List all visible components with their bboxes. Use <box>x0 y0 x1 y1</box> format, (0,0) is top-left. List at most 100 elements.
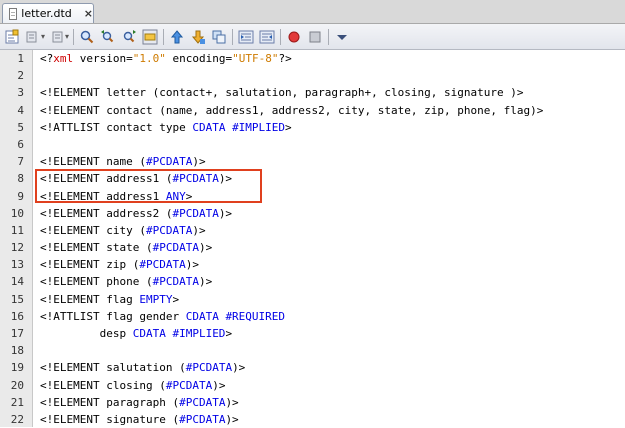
code-line[interactable]: 11 <!ELEMENT city (#PCDATA)> <box>0 222 625 239</box>
syntax-kw: #PCDATA <box>139 258 186 272</box>
code-text: <!ELEMENT address2 (#PCDATA)> <box>40 205 232 222</box>
shift-left-icon[interactable] <box>237 28 255 46</box>
line-number: 12 <box>10 241 24 255</box>
code-token: <!ATTLIST flag gender <box>40 309 186 323</box>
line-number: 18 <box>10 344 24 358</box>
source-history-icon[interactable] <box>3 28 21 46</box>
line-number: 8 <box>17 172 24 186</box>
code-text: <!ATTLIST flag gender CDATA #REQUIRED <box>40 308 285 325</box>
code-token: )> <box>225 395 239 409</box>
toolbar-separator <box>328 28 330 45</box>
line-number: 7 <box>17 155 24 169</box>
code-token: <!ELEMENT address1 ( <box>40 172 173 186</box>
code-token: )> <box>192 223 206 237</box>
line-number: 6 <box>17 137 24 151</box>
tab-label: letter.dtd <box>21 7 72 20</box>
previous-bookmark-icon[interactable] <box>168 28 186 46</box>
code-line[interactable]: 13 <!ELEMENT zip (#PCDATA)> <box>0 256 625 273</box>
code-text: <?xml version="1.0" encoding="UTF-8"?> <box>40 50 292 67</box>
code-token: )> <box>218 206 233 220</box>
close-tab-icon[interactable]: × <box>84 7 93 20</box>
code-text: <!ELEMENT state (#PCDATA)> <box>40 239 212 256</box>
code-token: )> <box>225 412 239 426</box>
code-text: <!ELEMENT flag EMPTY> <box>40 291 179 308</box>
code-lines: 1 <?xml version="1.0" encoding="UTF-8"?> 2… <box>0 50 625 428</box>
line-number: 2 <box>17 69 24 83</box>
code-line[interactable]: 4 <!ELEMENT contact (name, address1, addr… <box>0 102 625 119</box>
code-token: desp <box>40 327 133 340</box>
code-line[interactable]: 19 <!ELEMENT salutation (#PCDATA)> <box>0 359 625 376</box>
code-token: version= <box>73 52 133 65</box>
find-previous-icon[interactable] <box>99 28 117 46</box>
code-line[interactable]: 3 <!ELEMENT letter (contact+, salutation,… <box>0 84 625 101</box>
syntax-kw: #PCDATA <box>172 172 219 186</box>
code-token: <!ELEMENT phone ( <box>40 275 153 289</box>
syntax-kw: #PCDATA <box>152 275 199 289</box>
line-number: 10 <box>10 206 24 220</box>
line-number: 15 <box>10 292 24 306</box>
code-text: <!ELEMENT signature (#PCDATA)> <box>40 411 239 428</box>
syntax-kw: #PCDATA <box>152 241 199 255</box>
shift-right-icon[interactable] <box>258 28 276 46</box>
forward-icon[interactable] <box>48 28 66 46</box>
code-token: <!ATTLIST contact type <box>40 120 193 134</box>
code-line[interactable]: 1 <?xml version="1.0" encoding="UTF-8"?> <box>0 50 625 67</box>
syntax-kw: #PCDATA <box>145 155 193 169</box>
find-icon[interactable] <box>78 28 96 46</box>
code-line[interactable]: 6 <box>0 136 625 153</box>
editor-toolbar: ▾ ▾ <box>0 24 625 50</box>
code-token: <!ELEMENT state ( <box>40 241 153 255</box>
code-line[interactable]: 17 desp CDATA #IMPLIED> <box>0 325 625 342</box>
code-token: )> <box>198 275 213 289</box>
line-number: 13 <box>10 258 24 272</box>
syntax-kw: #PCDATA <box>179 412 226 426</box>
code-editor[interactable]: 1 <?xml version="1.0" encoding="UTF-8"?> 2… <box>0 50 625 427</box>
code-line[interactable]: 16 <!ATTLIST flag gender CDATA #REQUIRED <box>0 308 625 325</box>
code-line[interactable]: 7 <!ELEMENT name (#PCDATA)> <box>0 153 625 170</box>
next-bookmark-icon[interactable] <box>189 28 207 46</box>
code-line[interactable]: 2 <box>0 67 625 84</box>
code-line[interactable]: 12 <!ELEMENT state (#PCDATA)> <box>0 239 625 256</box>
code-line[interactable]: 8 <!ELEMENT address1 (#PCDATA)> <box>0 170 625 187</box>
code-token: <!ELEMENT closing ( <box>40 378 166 392</box>
back-icon[interactable] <box>24 28 42 46</box>
code-line[interactable]: 18 <box>0 342 625 359</box>
code-line[interactable]: 22 <!ELEMENT signature (#PCDATA)> <box>0 411 625 428</box>
toolbar-separator <box>232 28 234 45</box>
code-line[interactable]: 21 <!ELEMENT paragraph (#PCDATA)> <box>0 394 625 411</box>
code-token: )> <box>192 155 206 169</box>
code-line[interactable]: 5 <!ATTLIST contact type CDATA #IMPLIED> <box>0 119 625 136</box>
code-token: <!ELEMENT signature ( <box>40 412 180 426</box>
code-token: ?> <box>278 52 292 65</box>
code-line[interactable]: 10 <!ELEMENT address2 (#PCDATA)> <box>0 205 625 222</box>
syntax-kw: #PCDATA <box>179 395 226 409</box>
stop-macro-icon[interactable] <box>306 28 324 46</box>
start-macro-icon[interactable] <box>285 28 303 46</box>
line-number: 22 <box>10 412 24 426</box>
line-number: 9 <box>17 189 24 203</box>
code-token: > <box>285 120 292 134</box>
code-token: )> <box>198 241 213 255</box>
syntax-kw: EMPTY <box>139 292 173 306</box>
syntax-kw: #PCDATA <box>145 223 193 237</box>
code-line[interactable]: 14 <!ELEMENT phone (#PCDATA)> <box>0 273 625 290</box>
code-line[interactable]: 20 <!ELEMENT closing (#PCDATA)> <box>0 377 625 394</box>
code-token: > <box>172 292 180 306</box>
code-token: <!ELEMENT zip ( <box>40 258 140 272</box>
find-next-icon[interactable] <box>120 28 138 46</box>
code-text: <!ELEMENT zip (#PCDATA)> <box>40 256 199 273</box>
syntax-kw: #PCDATA <box>185 361 233 375</box>
code-token: <!ELEMENT paragraph ( <box>40 395 180 409</box>
line-number: 3 <box>17 86 24 100</box>
code-token: <!ELEMENT flag <box>40 292 140 306</box>
code-token: <!ELEMENT name ( <box>40 155 146 169</box>
toggle-bookmark-icon[interactable] <box>210 28 228 46</box>
dtd-file-icon <box>9 7 18 20</box>
code-token: <!ELEMENT address2 ( <box>40 206 173 220</box>
tab-letter-dtd[interactable]: letter.dtd × <box>2 3 94 23</box>
code-line[interactable]: 15 <!ELEMENT flag EMPTY> <box>0 291 625 308</box>
check-dtd-icon[interactable] <box>333 28 351 46</box>
code-line[interactable]: 9 <!ELEMENT address1 ANY> <box>0 188 625 205</box>
toggle-highlight-icon[interactable] <box>141 28 159 46</box>
code-token: <? <box>40 52 54 65</box>
